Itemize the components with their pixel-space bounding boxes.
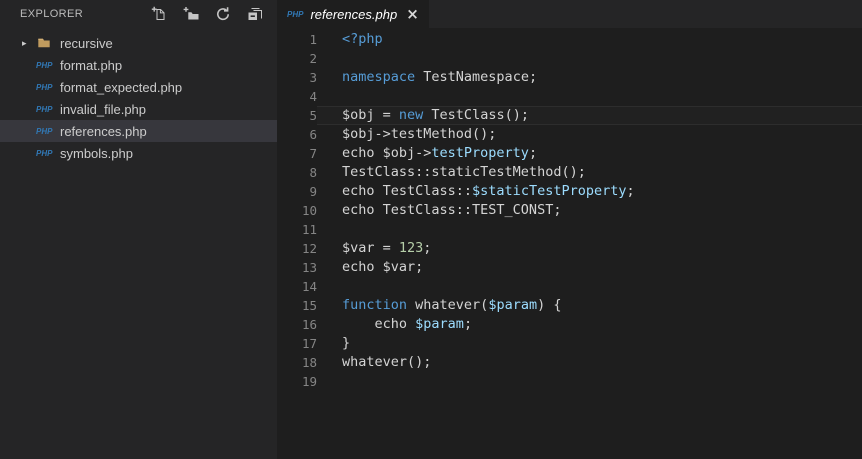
line-text: echo TestClass::$staticTestProperty; [342, 183, 635, 199]
file-row-recursive[interactable]: ▸ recursive [0, 32, 277, 54]
file-row-format-expected-php[interactable]: PHP format_expected.php [0, 76, 277, 98]
file-name-label: invalid_file.php [60, 101, 147, 117]
line-text [317, 372, 862, 391]
line-text [317, 49, 862, 68]
code-line-3[interactable]: 3 namespace TestNamespace; [277, 68, 862, 87]
line-number: 18 [301, 355, 317, 370]
line-text: $var = 123; [342, 240, 432, 256]
folder-icon [38, 38, 50, 48]
code-line-6[interactable]: 6 $obj->testMethod(); [277, 125, 862, 144]
code-line-5[interactable]: 5 $obj = new TestClass(); [277, 106, 862, 125]
file-name-label: recursive [60, 35, 113, 51]
php-file-icon: PHP [36, 82, 53, 92]
php-file-icon: PHP [36, 60, 53, 70]
explorer-actions [151, 6, 263, 22]
file-row-references-php[interactable]: PHP references.php [0, 120, 277, 142]
code-line-4[interactable]: 4 [277, 87, 862, 106]
code-line-7[interactable]: 7 echo $obj->testProperty; [277, 144, 862, 163]
line-number: 8 [309, 165, 317, 180]
file-name-label: format.php [60, 57, 123, 73]
line-text: function whatever($param) { [342, 297, 562, 313]
line-number: 6 [309, 127, 317, 142]
code-line-12[interactable]: 12 $var = 123; [277, 239, 862, 258]
line-text: echo $var; [342, 259, 424, 275]
collapse-all-icon[interactable] [247, 6, 263, 22]
line-number: 16 [301, 317, 317, 332]
code-line-8[interactable]: 8 TestClass::staticTestMethod(); [277, 163, 862, 182]
code-line-14[interactable]: 14 [277, 277, 862, 296]
file-type-icon [36, 36, 54, 50]
line-text: $obj = new TestClass(); [317, 106, 862, 125]
line-number: 10 [301, 203, 317, 218]
code-line-1[interactable]: 1 <?php [277, 30, 862, 49]
line-text: TestClass::staticTestMethod(); [342, 164, 586, 180]
explorer-header: EXPLORER [0, 0, 277, 28]
line-number: 15 [301, 298, 317, 313]
line-number: 7 [309, 146, 317, 161]
line-number: 4 [309, 89, 317, 104]
code-line-13[interactable]: 13 echo $var; [277, 258, 862, 277]
code-line-11[interactable]: 11 [277, 220, 862, 239]
line-number: 2 [309, 51, 317, 66]
explorer-title: EXPLORER [20, 8, 84, 20]
line-number: 17 [301, 336, 317, 351]
line-number: 11 [301, 222, 317, 237]
line-text: <?php [342, 31, 383, 47]
code-line-15[interactable]: 15 function whatever($param) { [277, 296, 862, 315]
php-file-icon: PHP [36, 148, 53, 158]
tab-close-icon[interactable]: × [406, 6, 419, 22]
php-file-icon: PHP [287, 9, 304, 19]
line-text: echo TestClass::TEST_CONST; [342, 202, 562, 218]
line-number: 5 [309, 108, 317, 123]
refresh-icon[interactable] [215, 6, 231, 22]
file-row-format-php[interactable]: PHP format.php [0, 54, 277, 76]
line-text [317, 220, 862, 239]
new-file-icon[interactable] [151, 6, 167, 22]
code-line-9[interactable]: 9 echo TestClass::$staticTestProperty; [277, 182, 862, 201]
line-text: } [342, 335, 351, 351]
line-text [317, 277, 862, 296]
code-line-18[interactable]: 18 whatever(); [277, 353, 862, 372]
php-file-icon: PHP [36, 126, 53, 136]
code-editor: 1 <?php 2 3 namespace TestNamespace; 4 5 $obj =… [277, 28, 862, 459]
line-number: 12 [301, 241, 317, 256]
line-number: 14 [301, 279, 317, 294]
line-text: echo $obj->testProperty; [342, 145, 538, 161]
line-number: 9 [309, 184, 317, 199]
explorer-sidebar: EXPLORER ▸ recursive PHP format.php PHP … [0, 0, 277, 459]
file-name-label: format_expected.php [60, 79, 183, 95]
line-text: namespace TestNamespace; [342, 69, 538, 85]
tab-references-php[interactable]: PHP references.php × [277, 0, 429, 28]
editor-area: PHP references.php × 1 <?php 2 3 namespace T… [277, 0, 862, 459]
chevron-right-icon[interactable]: ▸ [22, 38, 36, 49]
line-text: $obj->testMethod(); [342, 126, 497, 142]
line-number: 19 [301, 374, 317, 389]
vscode-window: EXPLORER ▸ recursive PHP format.php PHP … [0, 0, 862, 459]
line-number: 3 [309, 70, 317, 85]
code-line-19[interactable]: 19 [277, 372, 862, 391]
file-row-symbols-php[interactable]: PHP symbols.php [0, 142, 277, 164]
tab-title: references.php [310, 6, 398, 22]
file-row-invalid-file-php[interactable]: PHP invalid_file.php [0, 98, 277, 120]
code-line-17[interactable]: 17} [277, 334, 862, 353]
line-number: 1 [309, 32, 317, 47]
code-line-10[interactable]: 10 echo TestClass::TEST_CONST; [277, 201, 862, 220]
line-text [317, 87, 862, 106]
tab-bar: PHP references.php × [277, 0, 862, 28]
line-text: echo $param; [342, 316, 473, 332]
line-number: 13 [301, 260, 317, 275]
new-folder-icon[interactable] [183, 6, 199, 22]
code-line-16[interactable]: 16 echo $param; [277, 315, 862, 334]
file-tree: ▸ recursive PHP format.php PHP format_ex… [0, 28, 277, 164]
file-name-label: symbols.php [60, 145, 133, 161]
file-name-label: references.php [60, 123, 147, 139]
code-line-2[interactable]: 2 [277, 49, 862, 68]
php-file-icon: PHP [36, 104, 53, 114]
line-text: whatever(); [342, 354, 432, 370]
